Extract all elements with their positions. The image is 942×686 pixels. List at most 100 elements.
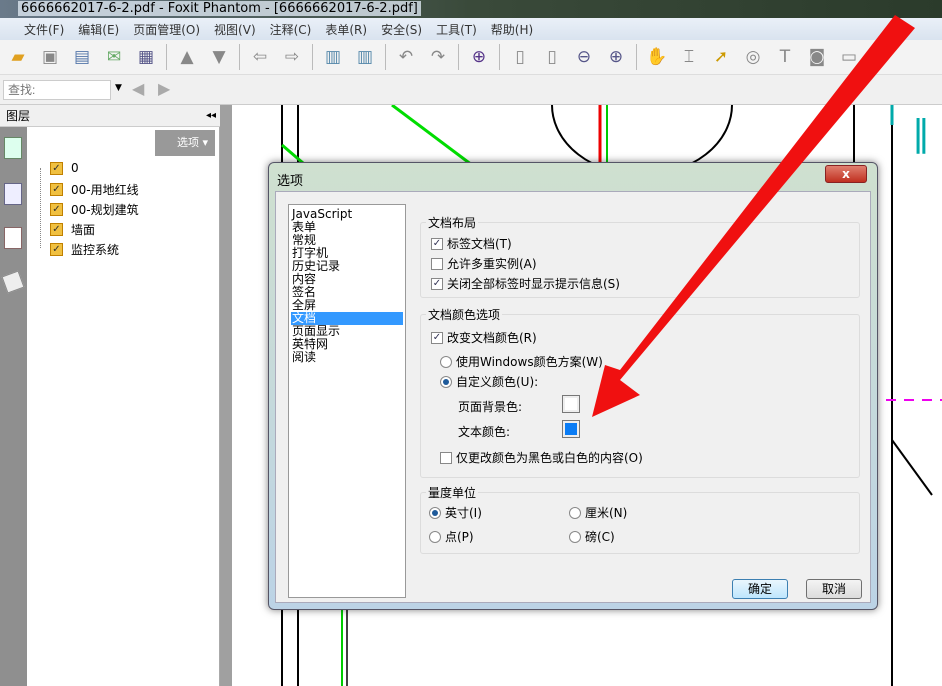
layer-visible-checkbox[interactable]: ✓: [50, 161, 63, 175]
radio-unselected[interactable]: [569, 530, 581, 543]
custom-color-option[interactable]: 自定义颜色(U):: [440, 373, 538, 390]
checkbox-unchecked[interactable]: [440, 451, 452, 464]
bookmarks-icon[interactable]: [4, 137, 22, 159]
menu-help[interactable]: 帮助(H): [491, 21, 533, 38]
menu-file[interactable]: 文件(F): [24, 21, 64, 38]
radio-unselected[interactable]: [569, 506, 581, 519]
dialog-title: 选项: [277, 174, 304, 189]
radio-selected[interactable]: [440, 375, 452, 388]
text-color-swatch[interactable]: [562, 420, 580, 438]
layers-header: 图层 ◂◂: [0, 105, 220, 127]
insert-page-icon[interactable]: ▥: [353, 45, 377, 69]
panel-icon[interactable]: ▭: [837, 45, 861, 69]
layer-visible-checkbox[interactable]: ✓: [50, 203, 63, 216]
collapse-panel-icon[interactable]: ◂◂: [206, 105, 216, 127]
option-label: 点(P): [445, 530, 474, 544]
category-list[interactable]: JavaScript 表单 常规 打字机 历史记录 内容 签名 全屏 文档 页面…: [288, 204, 406, 598]
option-label: 英寸(I): [445, 506, 482, 520]
save-icon[interactable]: ▣: [38, 45, 62, 69]
cancel-button[interactable]: 取消: [806, 579, 862, 599]
redo-icon[interactable]: ↷: [426, 45, 450, 69]
page-bg-color-swatch[interactable]: [562, 395, 580, 413]
pointer-icon[interactable]: ➚: [709, 45, 733, 69]
layers-icon[interactable]: [1, 270, 25, 294]
menu-edit[interactable]: 编辑(E): [78, 21, 119, 38]
prev-page-icon[interactable]: ▲: [175, 45, 199, 69]
unit-pica-option[interactable]: 磅(C): [569, 528, 615, 545]
checkbox-checked[interactable]: ✓: [431, 237, 443, 250]
layer-visible-checkbox[interactable]: ✓: [50, 183, 63, 196]
zoom-out-circle-icon[interactable]: ⊖: [572, 45, 596, 69]
ok-button[interactable]: 确定: [732, 579, 788, 599]
checkbox-checked[interactable]: ✓: [431, 331, 443, 344]
close-tip-option[interactable]: ✓ 关闭全部标签时显示提示信息(S): [431, 275, 620, 292]
checkbox-unchecked[interactable]: [431, 257, 443, 270]
unit-cm-option[interactable]: 厘米(N): [569, 504, 627, 521]
color-group-title: 文档颜色选项: [426, 306, 503, 323]
find-next-icon[interactable]: ▶: [158, 79, 170, 98]
radio-unselected[interactable]: [429, 530, 441, 543]
separator: [166, 44, 167, 70]
units-group-title: 量度单位: [426, 484, 479, 501]
menu-page[interactable]: 页面管理(O): [133, 21, 200, 38]
separator: [385, 44, 386, 70]
pages-icon[interactable]: [4, 183, 22, 205]
hand-icon[interactable]: ✋: [645, 45, 669, 69]
layer-label: 墙面: [71, 223, 96, 237]
option-label: 仅更改颜色为黑色或白色的内容(O): [456, 451, 643, 465]
scan-icon[interactable]: ▦: [134, 45, 158, 69]
zoom-in-icon[interactable]: ⊕: [467, 45, 491, 69]
multi-instance-option[interactable]: 允许多重实例(A): [431, 255, 537, 272]
forward-icon[interactable]: ⇨: [280, 45, 304, 69]
fit-width-icon[interactable]: ▯: [540, 45, 564, 69]
comments-icon[interactable]: [4, 227, 22, 249]
option-label: 标签文档(T): [447, 237, 512, 251]
close-button[interactable]: x: [825, 165, 867, 183]
layer-label: 0: [71, 161, 79, 175]
category-item[interactable]: 阅读: [291, 351, 403, 364]
fit-page-icon[interactable]: ▯: [508, 45, 532, 69]
snapshot-icon[interactable]: ◙: [805, 45, 829, 69]
radio-unselected[interactable]: [440, 355, 452, 368]
find-prev-icon[interactable]: ◀: [132, 79, 144, 98]
separator: [312, 44, 313, 70]
radio-selected[interactable]: [429, 506, 441, 519]
layer-item[interactable]: ✓ 00-规划建筑: [50, 201, 139, 218]
email-icon[interactable]: ✉: [102, 45, 126, 69]
tab-docs-option[interactable]: ✓ 标签文档(T): [431, 235, 512, 252]
only-bw-option[interactable]: 仅更改颜色为黑色或白色的内容(O): [440, 449, 643, 466]
typewriter-icon[interactable]: T: [773, 45, 797, 69]
undo-icon[interactable]: ↶: [394, 45, 418, 69]
menu-tools[interactable]: 工具(T): [436, 21, 477, 38]
menu-comment[interactable]: 注释(C): [270, 21, 312, 38]
checkbox-checked[interactable]: ✓: [431, 277, 443, 290]
change-color-option[interactable]: ✓ 改变文档颜色(R): [431, 329, 537, 346]
select-text-icon[interactable]: ⌶: [677, 45, 701, 69]
layer-visible-checkbox[interactable]: ✓: [50, 243, 63, 256]
text-color-label: 文本颜色:: [458, 425, 511, 439]
next-page-icon[interactable]: ▼: [207, 45, 231, 69]
extract-page-icon[interactable]: ▥: [321, 45, 345, 69]
layers-options-button[interactable]: 选项 ▾: [155, 130, 215, 156]
option-label: 自定义颜色(U):: [456, 375, 539, 389]
find-input[interactable]: [3, 80, 111, 100]
print-icon[interactable]: ▤: [70, 45, 94, 69]
zoom-in-circle-icon[interactable]: ⊕: [604, 45, 628, 69]
layer-visible-checkbox[interactable]: ✓: [50, 223, 63, 236]
find-icon[interactable]: ◎: [741, 45, 765, 69]
unit-point-option[interactable]: 点(P): [429, 528, 474, 545]
page-bg-label: 页面背景色:: [458, 400, 523, 414]
layer-item[interactable]: ✓ 00-用地红线: [50, 181, 139, 198]
open-icon[interactable]: ▰: [6, 45, 30, 69]
menu-security[interactable]: 安全(S): [381, 21, 422, 38]
unit-inch-option[interactable]: 英寸(I): [429, 504, 482, 521]
layer-item[interactable]: ✓ 墙面: [50, 221, 95, 238]
menu-view[interactable]: 视图(V): [214, 21, 256, 38]
layer-item[interactable]: ✓ 监控系统: [50, 241, 119, 258]
layer-item[interactable]: ✓ 0: [50, 161, 79, 175]
find-dropdown-icon[interactable]: ▼: [115, 83, 122, 93]
menu-form[interactable]: 表单(R): [325, 21, 367, 38]
back-icon[interactable]: ⇦: [248, 45, 272, 69]
use-windows-option[interactable]: 使用Windows颜色方案(W): [440, 353, 603, 370]
option-label: 厘米(N): [585, 506, 628, 520]
